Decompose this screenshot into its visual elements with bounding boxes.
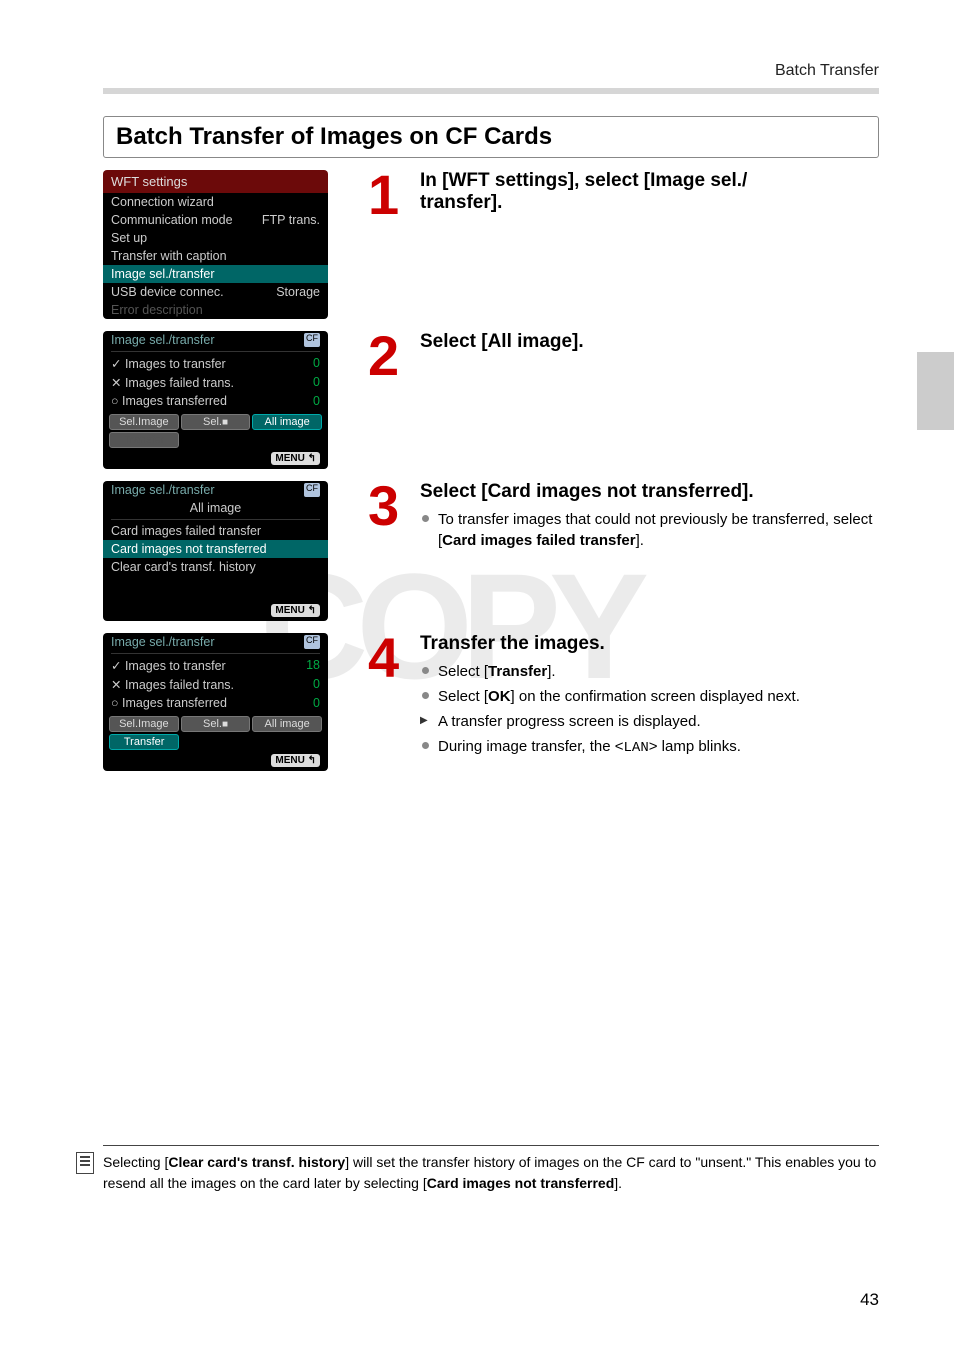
ss3-row: Clear card's transf. history <box>103 558 328 576</box>
folder-icon: ■ <box>222 417 228 428</box>
ss1-row: USB device connec.Storage <box>103 283 328 301</box>
ss1-row: Connection wizard <box>103 193 328 211</box>
step4-bullet: Select [OK] on the confirmation screen d… <box>420 686 879 707</box>
menu-back-icon: MENU ↰ <box>271 754 320 767</box>
ss2-row: ✕ Images failed trans.0 <box>103 373 328 392</box>
screenshot-transfer: Image sel./transferCF ✓ Images to transf… <box>103 633 328 771</box>
step1-title: In [WFT settings], select [Image sel./tr… <box>420 170 879 214</box>
step-number-2: 2 <box>368 331 408 469</box>
sel-image-button: Sel.Image <box>109 414 179 430</box>
ss3-row-selected: Card images not transferred <box>103 540 328 558</box>
menu-back-icon: MENU ↰ <box>271 604 320 617</box>
screenshot-wft-settings: WFT settings Connection wizard Communica… <box>103 170 328 319</box>
sel-folder-button: Sel.■ <box>181 716 251 732</box>
cf-card-icon: CF <box>304 333 320 347</box>
sel-image-button: Sel.Image <box>109 716 179 732</box>
side-tab <box>917 352 954 430</box>
ss2-row: ✓ Images to transfer0 <box>103 354 328 373</box>
ss1-row-disabled: Error description <box>103 301 328 319</box>
step3-title: Select [Card images not transferred]. <box>420 481 879 503</box>
step-number-4: 4 <box>368 633 408 771</box>
ss3-title: Image sel./transferCF <box>103 481 328 499</box>
section-title-box: Batch Transfer of Images on CF Cards <box>103 116 879 158</box>
note-icon <box>76 1152 94 1174</box>
step4-bullet: During image transfer, the <LAN> lamp bl… <box>420 736 879 759</box>
main-content: WFT settings Connection wizard Communica… <box>103 170 879 783</box>
step4-title: Transfer the images. <box>420 633 879 655</box>
footnote: Selecting [Clear card's transf. history]… <box>103 1145 879 1194</box>
ss1-row-selected: Image sel./transfer <box>103 265 328 283</box>
step-number-3: 3 <box>368 481 408 621</box>
transfer-button: Transfer <box>109 734 179 750</box>
ss4-title: Image sel./transferCF <box>103 633 328 651</box>
transfer-button-disabled: Transfer <box>109 432 179 448</box>
all-image-button: All image <box>252 716 322 732</box>
ss1-row: Communication modeFTP trans. <box>103 211 328 229</box>
folder-icon: ■ <box>222 719 228 730</box>
ss4-row: ○ Images transferred0 <box>103 694 328 712</box>
ss4-row: ✕ Images failed trans.0 <box>103 675 328 694</box>
ss3-subtitle: All image <box>103 499 328 517</box>
ss2-title: Image sel./transferCF <box>103 331 328 349</box>
ss1-title: WFT settings <box>103 170 328 193</box>
ss1-row: Set up <box>103 229 328 247</box>
ss4-row: ✓ Images to transfer18 <box>103 656 328 675</box>
screenshot-all-image: Image sel./transferCF All image Card ima… <box>103 481 328 621</box>
step2-title: Select [All image]. <box>420 331 879 353</box>
step4-result: A transfer progress screen is displayed. <box>420 711 879 732</box>
ss3-row: Card images failed transfer <box>103 522 328 540</box>
page-number: 43 <box>860 1290 879 1310</box>
ss1-row: Transfer with caption <box>103 247 328 265</box>
step4-bullet: Select [Transfer]. <box>420 661 879 682</box>
step-number-1: 1 <box>368 170 408 319</box>
breadcrumb: Batch Transfer <box>775 62 879 80</box>
screenshot-image-sel-transfer: Image sel./transferCF ✓ Images to transf… <box>103 331 328 469</box>
all-image-button: All image <box>252 414 322 430</box>
step3-bullet: To transfer images that could not previo… <box>420 509 879 551</box>
cf-card-icon: CF <box>304 483 320 497</box>
ss2-row: ○ Images transferred0 <box>103 392 328 410</box>
header-divider <box>103 88 879 94</box>
section-title: Batch Transfer of Images on CF Cards <box>116 123 866 151</box>
menu-back-icon: MENU ↰ <box>271 452 320 465</box>
sel-folder-button: Sel.■ <box>181 414 251 430</box>
cf-card-icon: CF <box>304 635 320 649</box>
